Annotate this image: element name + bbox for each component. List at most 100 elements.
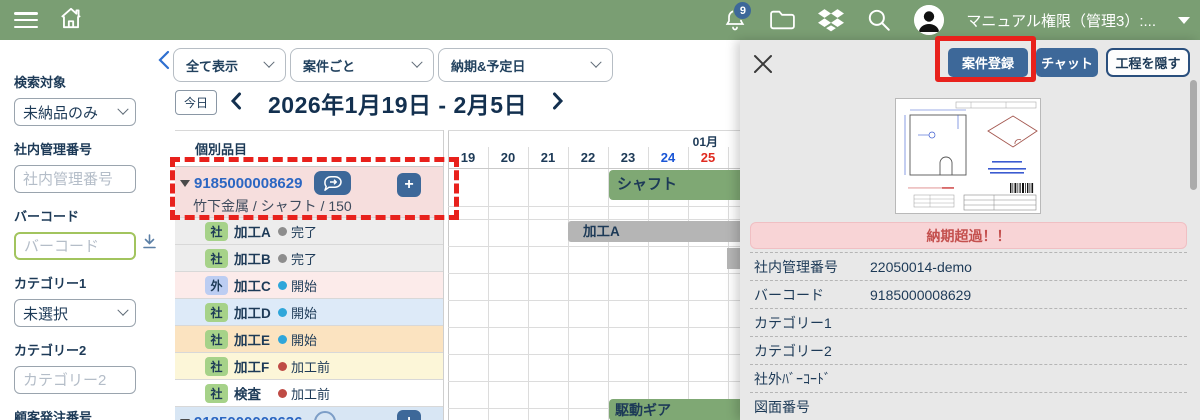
- process-row-kakoE[interactable]: 社 加工E 開始: [175, 326, 443, 353]
- field-label: 図面番号: [750, 397, 870, 417]
- grid-line: [448, 381, 740, 382]
- gantt-day-24-saturday: 24: [648, 150, 688, 165]
- barcode-input[interactable]: [14, 232, 136, 260]
- status-dot-before: [278, 362, 287, 371]
- close-icon[interactable]: [752, 53, 774, 75]
- field-row: カテゴリー2: [750, 337, 1187, 365]
- gantt-day-21: 21: [528, 150, 568, 165]
- location-badge: 社: [205, 303, 228, 322]
- process-name: 加工C: [234, 275, 276, 295]
- search-target-label: 検索対象: [14, 72, 155, 91]
- location-badge: 社: [205, 222, 228, 241]
- category2-input[interactable]: [14, 366, 136, 394]
- search-icon[interactable]: [866, 7, 892, 33]
- category2-label: カテゴリー2: [14, 340, 155, 359]
- internal-number-label: 社内管理番号: [14, 139, 155, 158]
- field-row: 社内管理番号 22050014-demo: [750, 253, 1187, 281]
- apply-filter-icon[interactable]: [142, 234, 157, 255]
- add-process-button[interactable]: +: [397, 173, 421, 197]
- register-case-button[interactable]: 案件登録: [948, 48, 1028, 77]
- gantt-bar-shaft[interactable]: シャフト: [609, 170, 740, 200]
- grid-line: [448, 246, 740, 247]
- chevron-down-icon: [590, 57, 601, 68]
- filter-sidebar: 検索対象 未納品のみ 社内管理番号 バーコード カテゴリー1 未選択 カテゴリー…: [0, 40, 155, 420]
- chevron-down-icon: [411, 57, 422, 68]
- field-label: バーコード: [750, 285, 870, 305]
- avatar[interactable]: [914, 5, 944, 35]
- process-name: 加工E: [234, 329, 276, 349]
- prev-period-arrow[interactable]: [230, 92, 242, 115]
- category1-label: カテゴリー1: [14, 273, 155, 292]
- more-options-icon[interactable]: ···: [314, 411, 336, 420]
- notifications-bell-icon[interactable]: 9: [723, 7, 747, 33]
- gantt-bar-kudogear[interactable]: 駆動ギア: [609, 399, 740, 420]
- detail-panel: 案件登録 チャット 工程を隠す: [740, 40, 1200, 420]
- date-filter-label: 納期&予定日: [451, 56, 525, 75]
- item-row-2[interactable]: 9185000008636 ··· +: [175, 407, 443, 420]
- item-chat-icon[interactable]: [314, 171, 351, 195]
- account-label[interactable]: マニュアル権限（管理3）:...: [966, 10, 1156, 31]
- search-target-value: 未納品のみ: [23, 102, 98, 123]
- today-button[interactable]: 今日: [175, 90, 217, 115]
- process-row-kakoD[interactable]: 社 加工D 開始: [175, 299, 443, 326]
- app-root: 9 マニュアル権限（管理3）:... 検索対象 未納品のみ 社内管理番号: [0, 0, 1200, 420]
- field-value: 9185000008629: [870, 287, 971, 303]
- item-id-link[interactable]: 9185000008636: [194, 414, 302, 420]
- item-row-1[interactable]: 9185000008629 + 竹下金属 / シャフト / 150: [175, 167, 443, 218]
- process-row-kensa[interactable]: 社 検査 加工前: [175, 380, 443, 407]
- customer-order-label: 顧客発注番号: [14, 407, 155, 420]
- chat-button[interactable]: チャット: [1036, 48, 1098, 77]
- field-label: 社内管理番号: [750, 257, 870, 277]
- account-caret-icon[interactable]: [1178, 17, 1190, 24]
- location-badge: 社: [205, 249, 228, 268]
- gantt-bar-kakoA[interactable]: 加工A: [568, 221, 740, 242]
- field-row: 社外ﾊﾞｰｺｰﾄﾞ: [750, 365, 1187, 393]
- view-filter-dropdown[interactable]: 全て表示: [173, 48, 286, 82]
- add-process-button[interactable]: +: [397, 410, 421, 420]
- grid-line: [448, 168, 740, 169]
- process-row-kakoC[interactable]: 外 加工C 開始: [175, 272, 443, 299]
- search-target-select[interactable]: 未納品のみ: [14, 98, 136, 126]
- next-period-arrow[interactable]: [552, 92, 564, 115]
- home-icon[interactable]: [58, 5, 84, 36]
- barcode-label: バーコード: [14, 206, 155, 225]
- location-badge: 社: [205, 384, 228, 403]
- item-table-header: 個別品目: [175, 130, 443, 167]
- dropbox-icon[interactable]: [818, 8, 844, 32]
- menu-icon[interactable]: [14, 12, 38, 28]
- location-badge: 社: [205, 330, 228, 349]
- folder-icon[interactable]: [769, 8, 796, 32]
- process-name: 加工B: [234, 248, 276, 268]
- item-id-link[interactable]: 9185000008629: [194, 175, 302, 192]
- date-filter-dropdown[interactable]: 納期&予定日: [438, 48, 613, 82]
- process-status: 開始: [291, 303, 317, 322]
- group-filter-dropdown[interactable]: 案件ごと: [290, 48, 434, 82]
- hide-process-button[interactable]: 工程を隠す: [1106, 48, 1190, 77]
- field-value: 22050014-demo: [870, 259, 972, 275]
- status-dot-started: [278, 308, 287, 317]
- internal-number-input[interactable]: [14, 165, 136, 193]
- process-name: 加工F: [234, 356, 276, 376]
- drawing-thumbnail[interactable]: [895, 98, 1041, 214]
- process-row-kakoA[interactable]: 社 加工A 完了: [175, 218, 443, 245]
- overdue-alert: 納期超過！！: [750, 222, 1187, 249]
- category1-value: 未選択: [23, 303, 68, 324]
- process-status: 加工前: [291, 357, 330, 376]
- process-status: 加工前: [291, 384, 330, 403]
- gantt-day-22: 22: [568, 150, 608, 165]
- process-row-kakoF[interactable]: 社 加工F 加工前: [175, 353, 443, 380]
- category1-select[interactable]: 未選択: [14, 299, 136, 327]
- grid-line: [448, 219, 740, 220]
- process-row-kakoB[interactable]: 社 加工B 完了: [175, 245, 443, 272]
- grid-line: [448, 206, 740, 207]
- grid-line: [448, 327, 740, 328]
- gantt-bar-kakoB-partial[interactable]: [727, 248, 740, 269]
- field-row: 図面番号: [750, 393, 1187, 420]
- item-table: 個別品目 9185000008629 + 竹下金属 / シャフト / 150 社…: [175, 130, 444, 420]
- field-label: カテゴリー1: [750, 313, 870, 333]
- group-filter-label: 案件ごと: [303, 56, 355, 75]
- panel-scrollbar[interactable]: [1190, 80, 1197, 190]
- collapse-triangle-icon[interactable]: [180, 180, 190, 187]
- collapse-sidebar-icon[interactable]: [157, 50, 171, 75]
- grid-line: [448, 131, 449, 420]
